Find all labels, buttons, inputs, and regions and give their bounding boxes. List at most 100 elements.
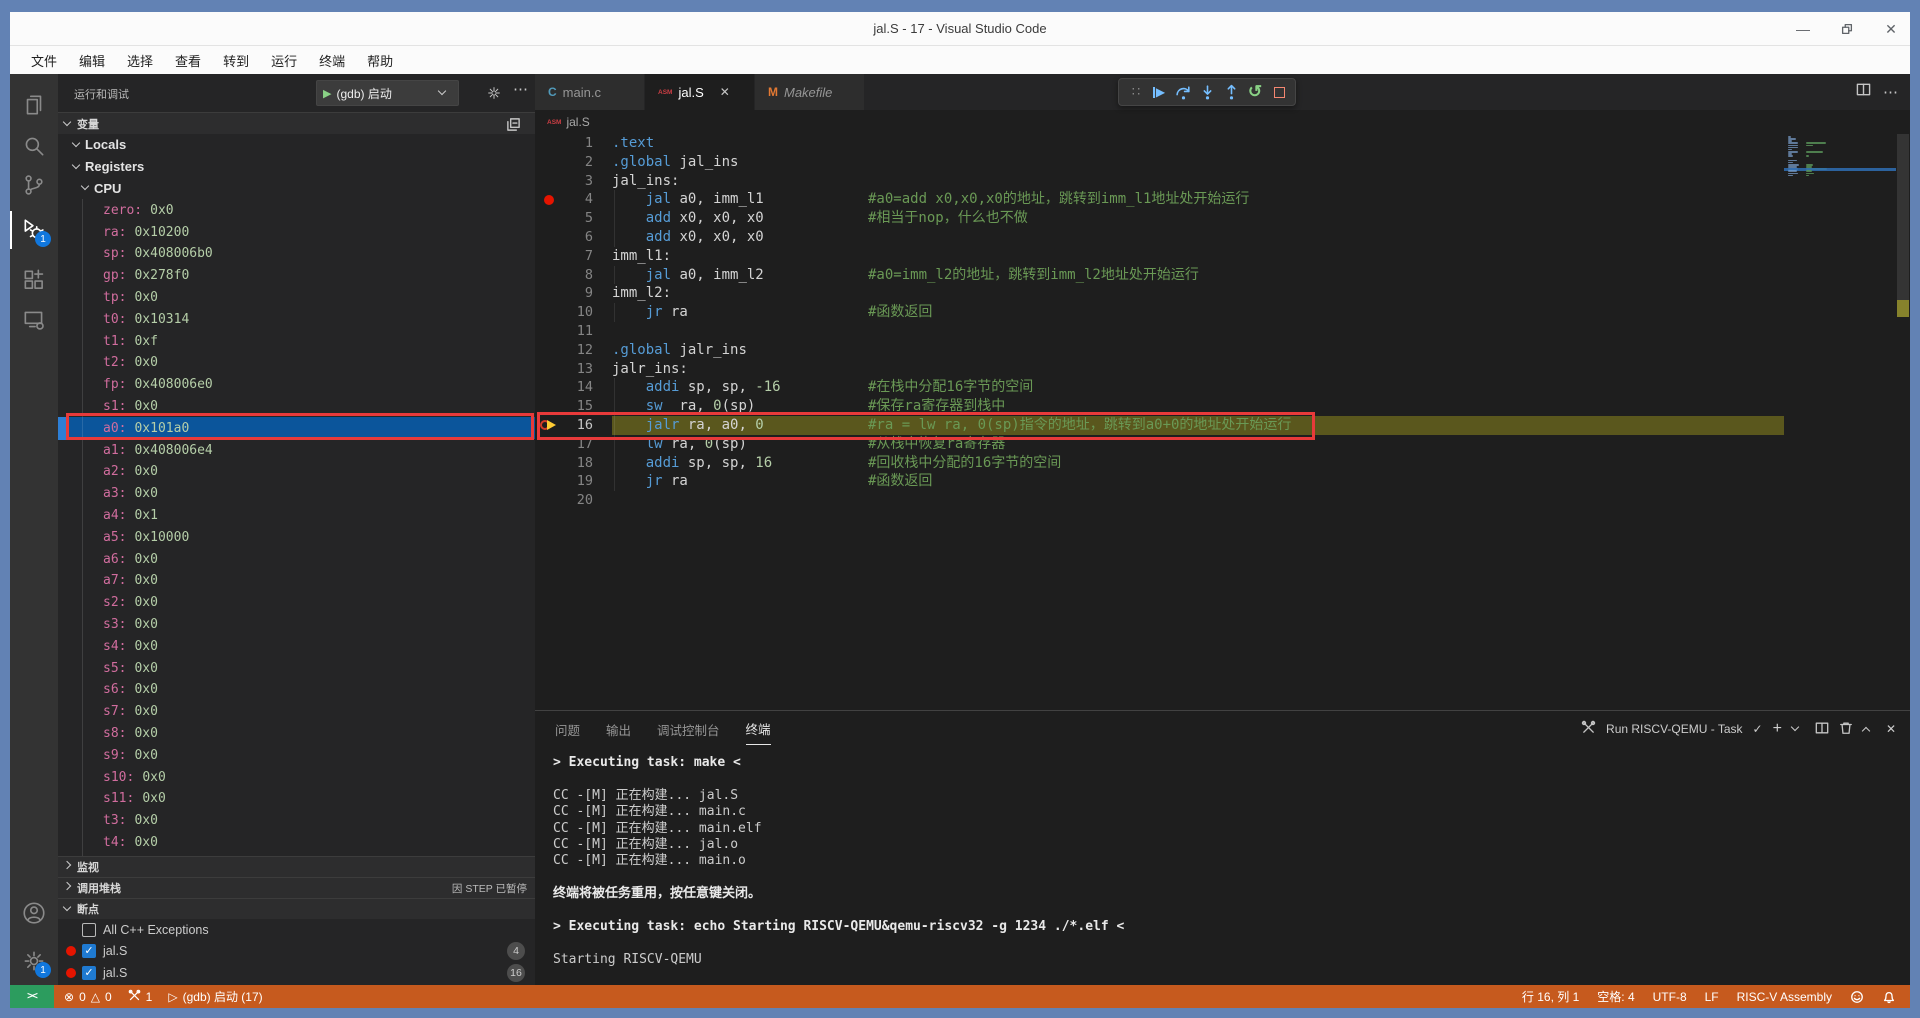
notifications-bell-icon[interactable] [1882, 990, 1896, 1004]
indentation[interactable]: 空格: 4 [1597, 988, 1634, 1005]
scrollbar-thumb[interactable] [1897, 134, 1909, 304]
code-line-12[interactable]: 12.global jalr_ins [535, 341, 1910, 360]
code-line-content[interactable]: sw ra, 0(sp)#保存ra寄存器到栈中 [612, 397, 1784, 416]
register-row-t1[interactable]: t1:0xf [58, 330, 535, 352]
continue-button[interactable]: ▶ [1148, 81, 1170, 103]
code-line-content[interactable] [612, 491, 1784, 510]
code-line-content[interactable]: lw ra, 0(sp)#从栈中恢复ra寄存器 [612, 435, 1784, 454]
remote-indicator[interactable]: >< [10, 985, 54, 1008]
tree-item-cpu[interactable]: CPU [58, 178, 535, 200]
register-row-t2[interactable]: t2:0x0 [58, 352, 535, 374]
code-line-4[interactable]: 4 jal a0, imm_l1#a0=add x0,x0,x0的地址，跳转到i… [535, 190, 1910, 209]
code-line-11[interactable]: 11 [535, 322, 1910, 341]
breakpoint-checkbox[interactable]: ✓ [82, 966, 96, 980]
code-line-content[interactable]: imm_l2: [612, 284, 1784, 303]
register-row-s6[interactable]: s6:0x0 [58, 679, 535, 701]
register-row-s10[interactable]: s10:0x0 [58, 766, 535, 788]
code-line-16[interactable]: 16 jalr ra, a0, 0#ra = lw ra, 0(sp)指令的地址… [535, 416, 1910, 435]
terminal-output[interactable]: > Executing task: make < CC -[M] 正在构建...… [553, 755, 1890, 981]
step-into-button[interactable] [1196, 81, 1218, 103]
register-row-s11[interactable]: s11:0x0 [58, 788, 535, 810]
line-number-gutter[interactable]: 18 [535, 454, 612, 473]
line-number-gutter[interactable]: 13 [535, 360, 612, 379]
code-line-5[interactable]: 5 add x0, x0, x0#相当于nop，什么也不做 [535, 209, 1910, 228]
tab-terminal[interactable]: 终端 [746, 713, 771, 745]
code-line-content[interactable]: imm_l1: [612, 247, 1784, 266]
line-number-gutter[interactable]: 11 [535, 322, 612, 341]
menu-goto[interactable]: 转到 [214, 48, 258, 73]
register-row-sp[interactable]: sp:0x408006b0 [58, 243, 535, 265]
line-number-gutter[interactable]: 7 [535, 247, 612, 266]
code-line-6[interactable]: 6 add x0, x0, x0 [535, 228, 1910, 247]
code-line-content[interactable]: addi sp, sp, 16#回收栈中分配的16字节的空间 [612, 454, 1784, 473]
menu-edit[interactable]: 编辑 [70, 48, 114, 73]
kill-terminal-icon[interactable] [1839, 721, 1853, 738]
code-line-10[interactable]: 10 jr ra#函数返回 [535, 303, 1910, 322]
call-stack-section-header[interactable]: 调用堆栈 因 STEP 已暂停 [58, 877, 535, 898]
register-row-a5[interactable]: a5:0x10000 [58, 526, 535, 548]
restore-button[interactable] [1836, 18, 1858, 40]
register-row-s9[interactable]: s9:0x0 [58, 744, 535, 766]
split-editor-icon[interactable] [1856, 82, 1871, 102]
line-number-gutter[interactable]: 12 [535, 341, 612, 360]
line-number-gutter[interactable]: 8 [535, 266, 612, 285]
explorer-icon[interactable] [10, 83, 58, 127]
code-line-content[interactable]: addi sp, sp, -16#在栈中分配16字节的空间 [612, 378, 1784, 397]
register-row-a2[interactable]: a2:0x0 [58, 461, 535, 483]
line-number-gutter[interactable]: 4 [535, 190, 612, 209]
code-line-content[interactable]: jal a0, imm_l1#a0=add x0,x0,x0的地址，跳转到imm… [612, 190, 1784, 209]
search-icon[interactable] [10, 124, 58, 168]
code-line-content[interactable]: add x0, x0, x0#相当于nop，什么也不做 [612, 209, 1784, 228]
run-debug-icon[interactable]: 1 [10, 208, 58, 252]
code-line-content[interactable]: jal_ins: [612, 172, 1784, 191]
code-line-18[interactable]: 18 addi sp, sp, 16#回收栈中分配的16字节的空间 [535, 454, 1910, 473]
register-row-s4[interactable]: s4:0x0 [58, 635, 535, 657]
line-number-gutter[interactable]: 2 [535, 153, 612, 172]
account-icon[interactable] [10, 891, 58, 935]
register-row-fp[interactable]: fp:0x408006e0 [58, 374, 535, 396]
tab-debug-console[interactable]: 调试控制台 [657, 714, 720, 745]
problems-status[interactable]: ⊗0 △0 [64, 990, 112, 1004]
breakpoint-row-1[interactable]: ✓jal.S4 [58, 941, 535, 963]
register-row-zero[interactable]: zero:0x0 [58, 199, 535, 221]
language-mode[interactable]: RISC-V Assembly [1737, 990, 1832, 1004]
code-line-content[interactable]: .text [612, 134, 1784, 153]
line-number-gutter[interactable]: 9 [535, 284, 612, 303]
code-line-content[interactable]: add x0, x0, x0 [612, 228, 1784, 247]
watch-section-header[interactable]: 监视 [58, 856, 535, 877]
tab-makefile[interactable]: M Makefile [755, 74, 865, 110]
code-line-content[interactable]: jr ra#函数返回 [612, 472, 1784, 491]
chevron-down-icon[interactable] [1791, 723, 1799, 731]
code-line-9[interactable]: 9imm_l2: [535, 284, 1910, 303]
step-over-button[interactable] [1172, 81, 1194, 103]
launch-config-dropdown[interactable]: ▶ (gdb) 启动 [316, 80, 459, 106]
breakpoint-row-2[interactable]: ✓jal.S16 [58, 962, 535, 984]
code-line-14[interactable]: 14 addi sp, sp, -16#在栈中分配16字节的空间 [535, 378, 1910, 397]
line-number-gutter[interactable]: 3 [535, 172, 612, 191]
settings-gear-icon[interactable]: 1 [10, 939, 58, 983]
register-row-s3[interactable]: s3:0x0 [58, 614, 535, 636]
menu-run[interactable]: 运行 [262, 48, 306, 73]
register-row-s8[interactable]: s8:0x0 [58, 723, 535, 745]
register-row-s7[interactable]: s7:0x0 [58, 701, 535, 723]
breakpoint-dot-icon[interactable] [544, 195, 554, 205]
code-line-8[interactable]: 8 jal a0, imm_l2#a0=imm_l2的地址，跳转到imm_l2地… [535, 266, 1910, 285]
register-row-a4[interactable]: a4:0x1 [58, 505, 535, 527]
register-row-a3[interactable]: a3:0x0 [58, 483, 535, 505]
code-line-3[interactable]: 3jal_ins: [535, 172, 1910, 191]
tab-main-c[interactable]: C main.c [535, 74, 645, 110]
breakpoints-section-header[interactable]: 断点 [58, 898, 535, 919]
breakpoint-checkbox[interactable]: ✓ [82, 944, 96, 958]
code-line-13[interactable]: 13jalr_ins: [535, 360, 1910, 379]
code-line-content[interactable]: jal a0, imm_l2#a0=imm_l2的地址，跳转到imm_l2地址处… [612, 266, 1784, 285]
code-line-2[interactable]: 2.global jal_ins [535, 153, 1910, 172]
code-line-content[interactable] [612, 322, 1784, 341]
terminal-task-label[interactable]: Run RISCV-QEMU - Task [1606, 722, 1742, 736]
toolbar-drag-handle[interactable]: ∷ [1124, 81, 1146, 103]
encoding[interactable]: UTF-8 [1653, 990, 1687, 1004]
editor-scrollbar[interactable] [1896, 134, 1910, 710]
code-line-20[interactable]: 20 [535, 491, 1910, 510]
step-out-button[interactable] [1220, 81, 1242, 103]
close-tab-icon[interactable]: ✕ [720, 85, 730, 99]
line-number-gutter[interactable]: 14 [535, 378, 612, 397]
